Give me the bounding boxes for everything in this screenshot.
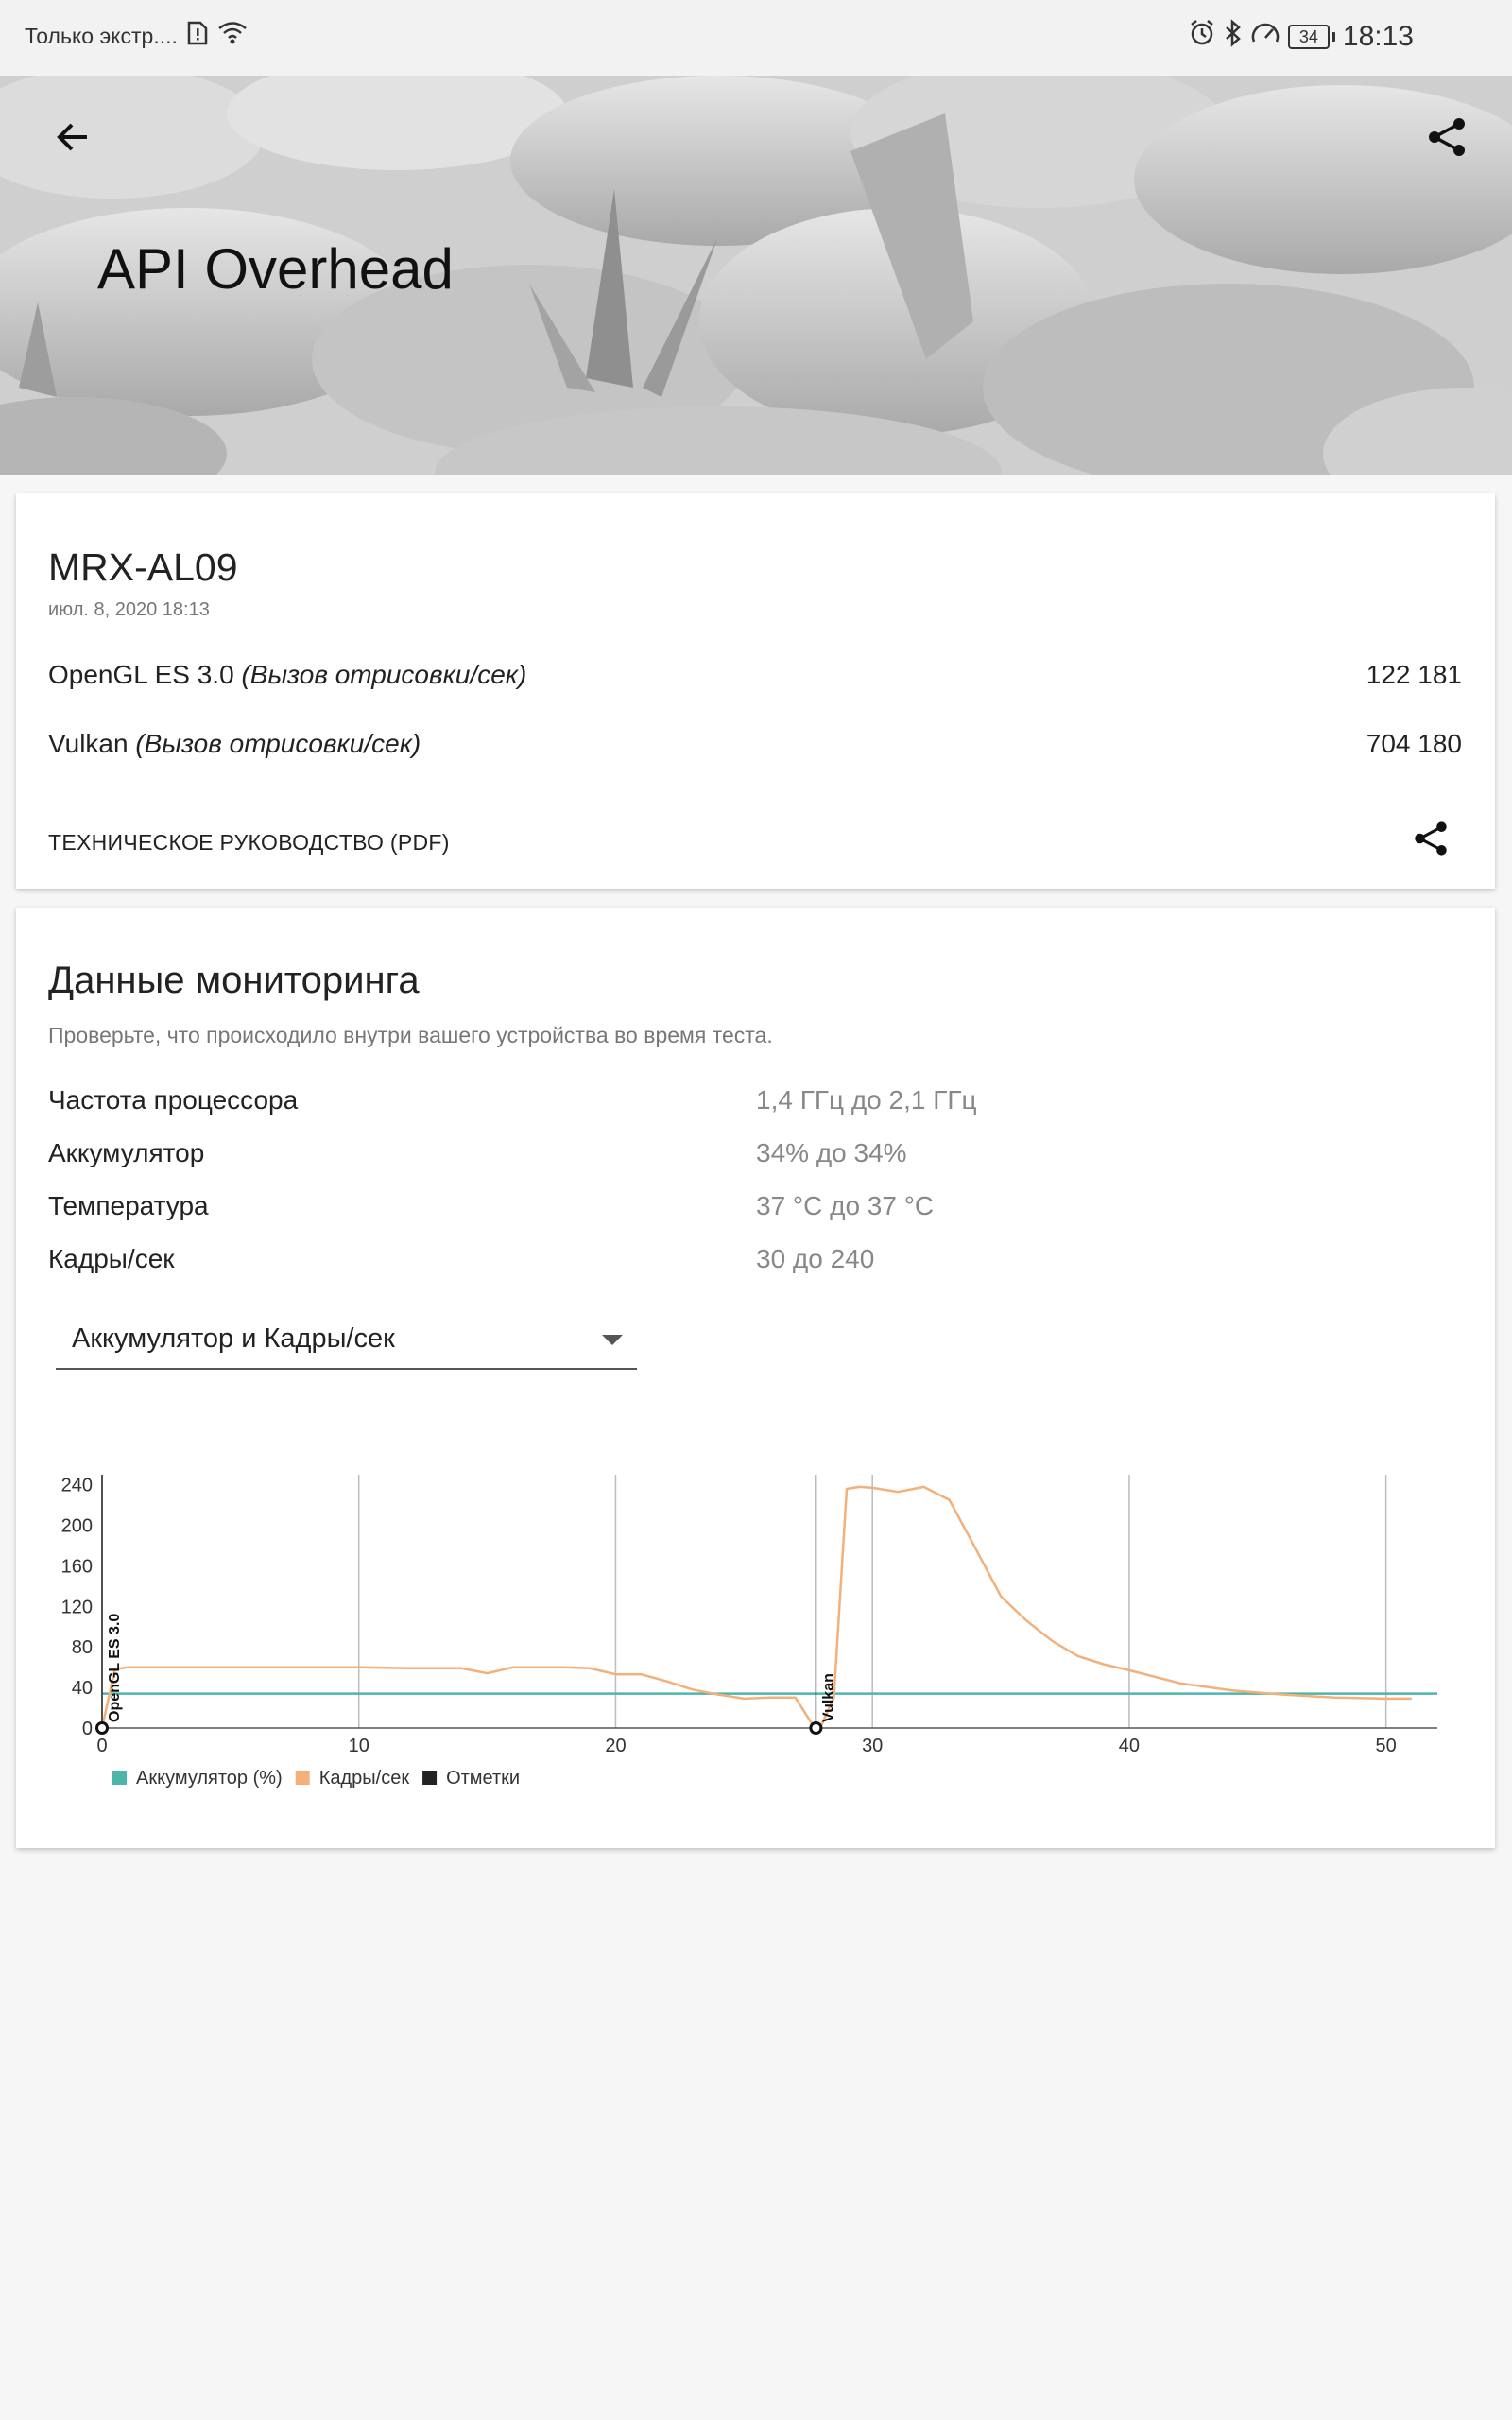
- marker-label: Vulkan: [820, 1673, 836, 1722]
- monitor-label: Температура: [48, 1191, 209, 1220]
- clock: 18:13: [1342, 21, 1414, 52]
- monitor-value: 1,4 ГГц до 2,1 ГГц: [756, 1085, 977, 1115]
- score-name: OpenGL ES 3.0: [48, 660, 234, 689]
- chart-metric-dropdown[interactable]: Аккумулятор и Кадры/сек: [56, 1316, 637, 1370]
- y-tick-label: 80: [72, 1637, 93, 1658]
- marker-point: [95, 1721, 109, 1735]
- score-unit: (Вызов отрисовки/сек): [135, 729, 421, 758]
- arrow-left-icon: [57, 123, 87, 151]
- y-tick-label: 40: [72, 1678, 93, 1699]
- share-icon: [1415, 821, 1447, 856]
- marker-point: [809, 1721, 823, 1735]
- bluetooth-icon: [1224, 19, 1243, 55]
- share-icon: [1429, 118, 1465, 156]
- score-value: 704 180: [1366, 729, 1462, 758]
- monitoring-card: Данные мониторинга Проверьте, что происх…: [16, 908, 1495, 1848]
- y-tick-label: 0: [82, 1719, 93, 1739]
- monitor-value: 30 до 240: [756, 1244, 875, 1273]
- x-tick-label: 50: [1376, 1736, 1397, 1756]
- score-row-vulkan: Vulkan (Вызов отрисовки/сек) 704 180: [48, 729, 1462, 759]
- score-name: Vulkan: [48, 729, 129, 758]
- score-row-opengl: OpenGL ES 3.0 (Вызов отрисовки/сек) 122 …: [48, 660, 1462, 690]
- sim-alert-icon: [187, 21, 208, 51]
- back-button[interactable]: [49, 113, 96, 161]
- legend-label: Аккумулятор (%): [136, 1768, 283, 1789]
- chart-svg: 0 10 20 30 40 50 0 40 80 120 160 200 240 OpenGL ES 3.…: [61, 1475, 1437, 1789]
- share-button-header[interactable]: [1423, 113, 1470, 161]
- dropdown-arrow-icon: [602, 1335, 623, 1345]
- score-unit: (Вызов отрисовки/сек): [241, 660, 527, 689]
- battery-icon: 34: [1287, 25, 1335, 49]
- y-tick-label: 200: [61, 1516, 93, 1537]
- monitor-label: Частота процессора: [48, 1085, 299, 1115]
- legend-swatch: [112, 1771, 127, 1785]
- y-tick-label: 120: [61, 1597, 93, 1617]
- battery-level: 34: [1287, 25, 1330, 49]
- monitor-label: Кадры/сек: [48, 1244, 175, 1273]
- monitor-value: 34% до 34%: [756, 1138, 907, 1167]
- carrier-label: Только экстр....: [25, 23, 178, 48]
- score-value: 122 181: [1366, 660, 1462, 689]
- dropdown-selected-value: Аккумулятор и Кадры/сек: [72, 1323, 395, 1354]
- x-tick-label: 40: [1119, 1736, 1140, 1756]
- alarm-icon: [1188, 19, 1216, 55]
- legend-swatch: [422, 1771, 438, 1785]
- monitor-label: Аккумулятор: [48, 1138, 205, 1167]
- monitoring-subtitle: Проверьте, что происходило внутри вашего…: [48, 1023, 773, 1047]
- test-date: июл. 8, 2020 18:13: [48, 599, 210, 620]
- monitoring-title: Данные мониторинга: [48, 959, 420, 1001]
- x-tick-label: 20: [605, 1736, 626, 1756]
- speedometer-icon: [1250, 19, 1280, 55]
- x-tick-label: 0: [96, 1736, 107, 1756]
- x-tick-label: 10: [349, 1736, 369, 1756]
- header-banner: API Overhead: [0, 76, 1512, 475]
- y-tick-label: 240: [61, 1476, 93, 1496]
- monitoring-chart: 0 10 20 30 40 50 0 40 80 120 160 200 240 OpenGL ES 3.…: [16, 1465, 1495, 1815]
- x-tick-label: 30: [862, 1736, 883, 1756]
- status-bar: Только экстр.... 34 18:13: [0, 0, 1512, 76]
- monitor-value: 37 °C до 37 °C: [756, 1191, 935, 1220]
- device-name: MRX-AL09: [48, 545, 238, 589]
- legend-label: Кадры/сек: [319, 1768, 410, 1789]
- share-button-result[interactable]: [1410, 818, 1452, 859]
- y-tick-label: 160: [61, 1556, 93, 1577]
- marker-label: OpenGL ES 3.0: [107, 1614, 123, 1722]
- legend-swatch: [295, 1771, 310, 1785]
- wifi-icon: [217, 21, 248, 51]
- page-title: API Overhead: [97, 237, 454, 301]
- legend-label: Отметки: [446, 1768, 520, 1789]
- result-card: MRX-AL09 июл. 8, 2020 18:13 OpenGL ES 3.…: [16, 493, 1495, 889]
- fps-series-line: [100, 1485, 1412, 1729]
- technical-guide-pdf-link[interactable]: ТЕХНИЧЕСКОЕ РУКОВОДСТВО (PDF): [48, 830, 450, 856]
